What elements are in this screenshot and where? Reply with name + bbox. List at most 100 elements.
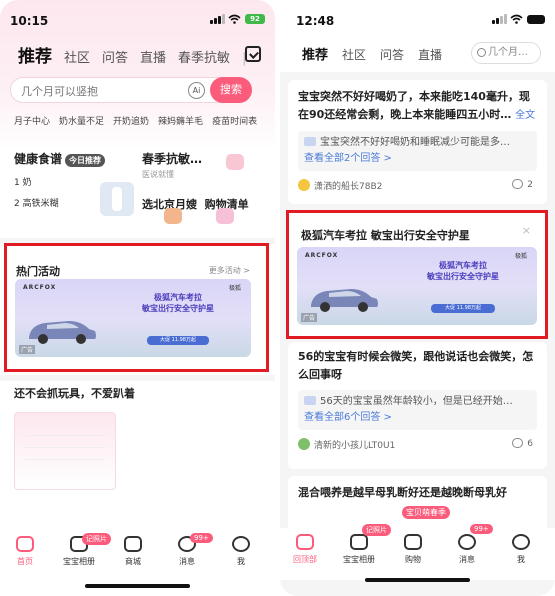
promo-subtitle: 医说就懂 [142, 170, 174, 179]
checkin-calendar-icon[interactable] [245, 46, 261, 62]
full-text-link[interactable]: 全文 [515, 110, 535, 121]
home-icon [16, 536, 34, 552]
bottom-tab-bar: 回顶部 宝宝相册 购物 消息 我 记照片 99+ 宝贝萌春季 [280, 506, 555, 580]
ad-headline: 极狐汽车考拉 敏宝出行安全守护星 [142, 293, 214, 313]
question-text: 宝宝突然不好好喝奶了，本来能吃140毫升，现在90还经常会剩，晚上本来能睡四五小… [298, 90, 530, 121]
status-bar: 12:48 [290, 14, 545, 30]
record-photo-badge[interactable]: 记照片 [362, 524, 391, 536]
quick-link[interactable]: 月子中心 [14, 114, 50, 127]
nanny-icon [164, 208, 182, 224]
feed-item[interactable]: 还不会抓玩具，不爱趴着 [14, 385, 263, 401]
tab-qa[interactable]: 问答 [380, 46, 404, 63]
answer-tag-icon [304, 396, 316, 405]
search-input[interactable]: 几个月可以竖抱 [21, 83, 98, 99]
card-meta: 清新的小孩儿LT0U1 6 [298, 438, 537, 454]
promo-title: 春季抗敏… [142, 152, 203, 166]
tab-shopping[interactable]: 购物 [388, 534, 438, 565]
home-indicator [365, 578, 470, 582]
ad-brand-logo: ARCFOX [305, 252, 339, 259]
ad-banner[interactable]: ARCFOX 极狐 极狐汽车考拉 敏宝出行安全守护星 大促 11.98万起 广告 [15, 279, 251, 357]
profile-icon [512, 534, 530, 550]
floating-promo-tag[interactable]: 宝贝萌春季 [402, 506, 450, 519]
comment-icon [512, 438, 524, 448]
back-to-top-icon [296, 534, 314, 550]
status-bar: 10:15 92 [10, 14, 265, 30]
status-time: 12:48 [296, 14, 335, 28]
bag-icon [404, 534, 422, 550]
tab-messages[interactable]: 消息 [442, 534, 492, 565]
tab-mall[interactable]: 商城 [108, 536, 158, 567]
more-activities-link[interactable]: 更多活动 > [209, 265, 250, 276]
question-card[interactable]: 56的宝宝有时候会微笑，跟他说话也会微笑，怎么回事呀 56天的宝宝虽然年龄较小，… [288, 342, 547, 469]
message-count-badge: 99+ [190, 533, 213, 543]
wifi-icon [510, 14, 523, 24]
top-tabs: 推荐 社区 问答 直播 [302, 44, 442, 63]
comment-icon [512, 179, 524, 189]
diet-card[interactable]: 健康食谱 今日推荐 1 奶 2 高铁米糊 [14, 150, 134, 216]
author-name[interactable]: 潇洒的船长78B2 [314, 182, 382, 192]
spring-icon [226, 154, 244, 170]
answer-tag-icon [304, 137, 316, 146]
bag-icon [124, 536, 142, 552]
ai-assistant-icon[interactable]: Ai [188, 82, 205, 99]
avatar[interactable] [298, 438, 310, 450]
quick-link[interactable]: 辣妈薅羊毛 [158, 114, 203, 127]
view-answers-link[interactable]: 查看全部6个回答 > [304, 412, 392, 423]
car-image [311, 289, 378, 312]
ad-card-highlight[interactable]: 极狐汽车考拉 敏宝出行安全守护星 × ARCFOX 极狐 极狐汽车考拉 敏宝出行… [286, 210, 548, 339]
tab-community[interactable]: 社区 [342, 46, 366, 63]
quick-link[interactable]: 疫苗时间表 [212, 114, 257, 127]
top-tabs: 推荐 社区 问答 直播 春季抗敏 | [18, 42, 263, 67]
search-bar[interactable]: 几个月可以竖抱 Ai 搜索 [10, 77, 252, 103]
question-text: 56的宝宝有时候会微笑，跟他说话也会微笑，怎么回事呀 [298, 350, 534, 381]
divider [0, 375, 275, 381]
tab-me[interactable]: 我 [496, 534, 546, 565]
ad-label: 广告 [301, 313, 318, 322]
ad-banner[interactable]: ARCFOX 极狐 极狐汽车考拉 敏宝出行安全守护星 大促 11.98万起 广告 [297, 247, 537, 325]
view-answers-link[interactable]: 查看全部2个回答 > [304, 153, 392, 164]
feed-question: 还不会抓玩具，不爱趴着 [14, 387, 135, 400]
answer-preview[interactable]: 56天的宝宝虽然年龄较小，但是已经开始… 查看全部6个回答 > [298, 390, 537, 430]
hot-activities-title: 热门活动 [16, 265, 60, 278]
profile-icon [232, 536, 250, 552]
ad-brand-logo: ARCFOX [23, 284, 57, 291]
tab-baby-album[interactable]: 宝宝相册 [334, 534, 384, 565]
list-icon [216, 208, 234, 224]
close-icon[interactable]: × [522, 224, 531, 237]
header: 12:48 推荐 社区 问答 直播 几个月… [280, 0, 555, 72]
message-count-badge: 99+ [470, 524, 493, 534]
author-name[interactable]: 清新的小孩儿LT0U1 [314, 441, 395, 451]
tab-spring-allergy[interactable]: 春季抗敏 [178, 47, 230, 66]
ad-title: 极狐汽车考拉 敏宝出行安全守护星 [301, 229, 470, 242]
search-input[interactable]: 几个月… [471, 42, 541, 64]
answer-preview[interactable]: 宝宝突然不好好喝奶和睡眠减少可能是多… 查看全部2个回答 > [298, 131, 537, 171]
growth-chart-image [14, 412, 116, 490]
promo-card[interactable]: 春季抗敏… 医说就懂 选北京月嫂 购物清单 [142, 150, 262, 224]
quick-link[interactable]: 奶水量不足 [59, 114, 104, 127]
signal-icon [210, 14, 225, 24]
tab-community[interactable]: 社区 [64, 47, 90, 66]
question-card[interactable]: 宝宝突然不好好喝奶了，本来能吃140毫升，现在90还经常会剩，晚上本来能睡四五小… [288, 80, 547, 204]
home-indicator [85, 584, 190, 588]
photo-icon [350, 534, 368, 550]
tab-back-to-top[interactable]: 回顶部 [280, 534, 330, 565]
ad-price-button[interactable]: 大促 11.98万起 [431, 304, 495, 313]
tab-live[interactable]: 直播 [418, 46, 442, 63]
tab-live[interactable]: 直播 [140, 47, 166, 66]
diet-title: 健康食谱 [14, 152, 63, 166]
tab-home[interactable]: 首页 [0, 536, 50, 567]
status-time: 10:15 [10, 14, 49, 28]
question-text: 混合喂养是越早母乳断好还是越晚断母乳好 [298, 486, 507, 499]
record-photo-badge[interactable]: 记照片 [82, 533, 111, 545]
today-badge: 今日推荐 [65, 154, 106, 167]
avatar[interactable] [298, 179, 310, 191]
tab-recommend[interactable]: 推荐 [18, 42, 52, 67]
car-image [29, 321, 96, 344]
tab-me[interactable]: 我 [216, 536, 266, 567]
search-button[interactable]: 搜索 [210, 77, 252, 103]
tab-qa[interactable]: 问答 [102, 47, 128, 66]
tab-recommend[interactable]: 推荐 [302, 44, 328, 63]
battery-icon: 92 [245, 14, 265, 24]
ad-price-button[interactable]: 大促 11.98万起 [147, 336, 209, 345]
quick-link[interactable]: 开奶追奶 [113, 114, 149, 127]
